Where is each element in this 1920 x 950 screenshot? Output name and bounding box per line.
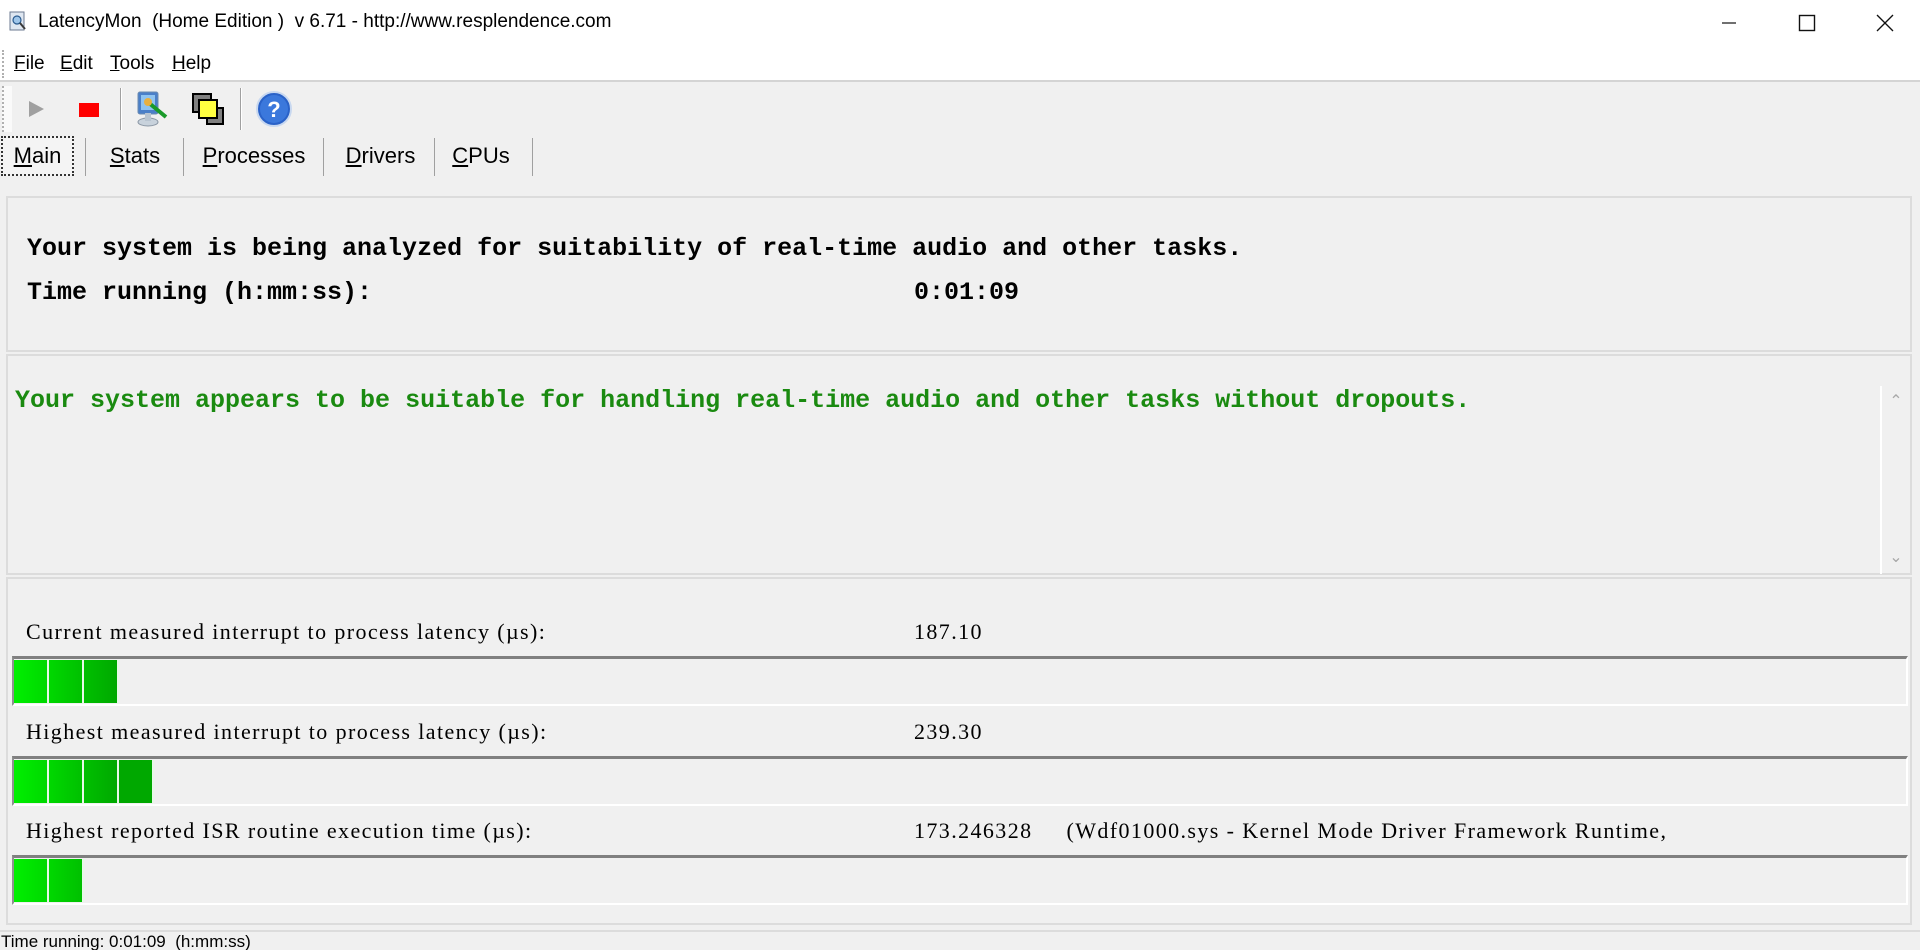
toolbar-separator bbox=[240, 88, 242, 130]
meter-segment bbox=[84, 760, 119, 803]
menu-edit-label: dit bbox=[72, 53, 93, 74]
stop-button[interactable] bbox=[68, 88, 110, 130]
tab-processes-accel: P bbox=[202, 143, 218, 168]
meter-segment bbox=[119, 760, 154, 803]
tab-stats[interactable]: Stats bbox=[90, 136, 180, 176]
menu-help[interactable]: Help bbox=[172, 53, 211, 75]
verdict-scrollbar[interactable]: ⌃ ⌄ bbox=[1880, 386, 1908, 574]
isr-driver-detail: (Wdf01000.sys - Kernel Mode Driver Frame… bbox=[1066, 818, 1668, 843]
computer-wrench-icon bbox=[137, 91, 168, 127]
tab-main[interactable]: Main bbox=[1, 136, 74, 176]
toolbar: ? bbox=[0, 84, 1920, 134]
meter-segment bbox=[14, 760, 49, 803]
menu-file-label: ile bbox=[25, 53, 45, 74]
minimize-icon bbox=[1722, 22, 1736, 24]
app-icon bbox=[8, 11, 28, 33]
meter-segment bbox=[14, 859, 49, 902]
highest-latency-label: Highest measured interrupt to process la… bbox=[26, 719, 548, 744]
highest-latency-value: 239.30 bbox=[914, 719, 983, 744]
scroll-up-icon[interactable]: ⌃ bbox=[1888, 394, 1904, 410]
current-latency-label: Current measured interrupt to process la… bbox=[26, 619, 547, 644]
scroll-down-icon[interactable]: ⌄ bbox=[1888, 550, 1904, 566]
menu-tools-accel: T bbox=[110, 53, 120, 74]
window-title: LatencyMon (Home Edition ) v 6.71 - http… bbox=[38, 11, 612, 32]
tab-stats-label: tats bbox=[124, 143, 161, 168]
tab-processes[interactable]: Processes bbox=[188, 136, 320, 176]
meter-segment bbox=[49, 660, 84, 703]
menu-help-label: elp bbox=[185, 53, 212, 74]
highest-latency-segments bbox=[14, 760, 154, 803]
toolbar-separator bbox=[120, 88, 122, 130]
time-running-value: 0:01:09 bbox=[914, 278, 1020, 307]
tab-main-label: ain bbox=[31, 143, 62, 168]
status-bar-text: Time running: 0:01:09 (h:mm:ss) bbox=[1, 932, 251, 950]
isr-time-segments bbox=[14, 859, 84, 902]
svg-text:?: ? bbox=[267, 97, 280, 122]
time-running-label: Time running (h:mm:ss): bbox=[27, 278, 373, 307]
tab-processes-label: rocesses bbox=[217, 143, 306, 168]
isr-time-value: 173.246328 (Wdf01000.sys - Kernel Mode Dr… bbox=[914, 818, 1667, 844]
menu-tools[interactable]: Tools bbox=[110, 53, 154, 75]
current-latency-value: 187.10 bbox=[914, 619, 983, 644]
tab-separator bbox=[434, 138, 435, 176]
close-button[interactable] bbox=[1846, 0, 1920, 46]
title-bar: LatencyMon (Home Edition ) v 6.71 - http… bbox=[0, 0, 1920, 46]
metrics-panel: Current measured interrupt to process la… bbox=[6, 577, 1912, 925]
tab-drivers-accel: D bbox=[345, 143, 362, 168]
tab-cpus[interactable]: C PUs bbox=[440, 136, 522, 176]
current-latency-bar bbox=[12, 656, 1908, 706]
stop-icon bbox=[79, 103, 99, 117]
maximize-icon bbox=[1798, 14, 1816, 32]
highest-latency-bar bbox=[12, 756, 1908, 806]
minimize-button[interactable] bbox=[1690, 0, 1768, 46]
play-icon bbox=[29, 101, 44, 117]
verdict-panel: Your system appears to be suitable for h… bbox=[6, 354, 1912, 575]
maximize-button[interactable] bbox=[1768, 0, 1846, 46]
help-icon: ? bbox=[256, 91, 292, 127]
menu-tools-label: ools bbox=[119, 53, 155, 74]
analysis-heading: Your system is being analyzed for suitab… bbox=[27, 234, 1243, 263]
menu-file[interactable]: File bbox=[14, 53, 45, 75]
tab-drivers[interactable]: Drivers bbox=[328, 136, 433, 176]
menu-edit-accel: E bbox=[60, 53, 73, 74]
isr-time-number: 173.246328 bbox=[914, 818, 1033, 843]
menu-help-accel: H bbox=[172, 53, 186, 74]
tab-drivers-label: rivers bbox=[361, 143, 416, 168]
meter-segment bbox=[49, 760, 84, 803]
tab-separator bbox=[85, 138, 86, 176]
tab-cpus-accel: C bbox=[452, 143, 469, 168]
meter-segment bbox=[49, 859, 84, 902]
close-icon bbox=[1876, 14, 1894, 32]
menu-file-accel: F bbox=[14, 53, 26, 74]
analysis-panel: Your system is being analyzed for suitab… bbox=[6, 196, 1912, 352]
isr-time-label: Highest reported ISR routine execution t… bbox=[26, 818, 533, 843]
verdict-text: Your system appears to be suitable for h… bbox=[15, 386, 1471, 415]
status-bar: Time running: 0:01:09 (h:mm:ss) bbox=[0, 930, 1920, 950]
menu-edit[interactable]: Edit bbox=[60, 53, 93, 75]
isr-time-bar bbox=[12, 855, 1908, 905]
current-latency-segments bbox=[14, 660, 119, 703]
menu-bar: File Edit Tools Help bbox=[0, 46, 1920, 82]
tab-separator bbox=[183, 138, 184, 176]
help-button[interactable]: ? bbox=[253, 88, 295, 130]
meter-segment bbox=[84, 660, 119, 703]
menu-grip bbox=[2, 50, 4, 78]
tab-separator bbox=[532, 138, 533, 176]
tab-cpus-label: PUs bbox=[468, 143, 510, 168]
toolbar-grip[interactable] bbox=[2, 86, 12, 132]
tab-separator bbox=[323, 138, 324, 176]
windows-button[interactable] bbox=[188, 88, 230, 130]
meter-segment bbox=[14, 660, 49, 703]
tab-stats-accel: S bbox=[109, 143, 125, 168]
overlapping-windows-icon bbox=[192, 93, 224, 125]
tab-main-accel: M bbox=[13, 143, 32, 168]
start-button[interactable] bbox=[15, 88, 57, 130]
options-button[interactable] bbox=[132, 88, 174, 130]
